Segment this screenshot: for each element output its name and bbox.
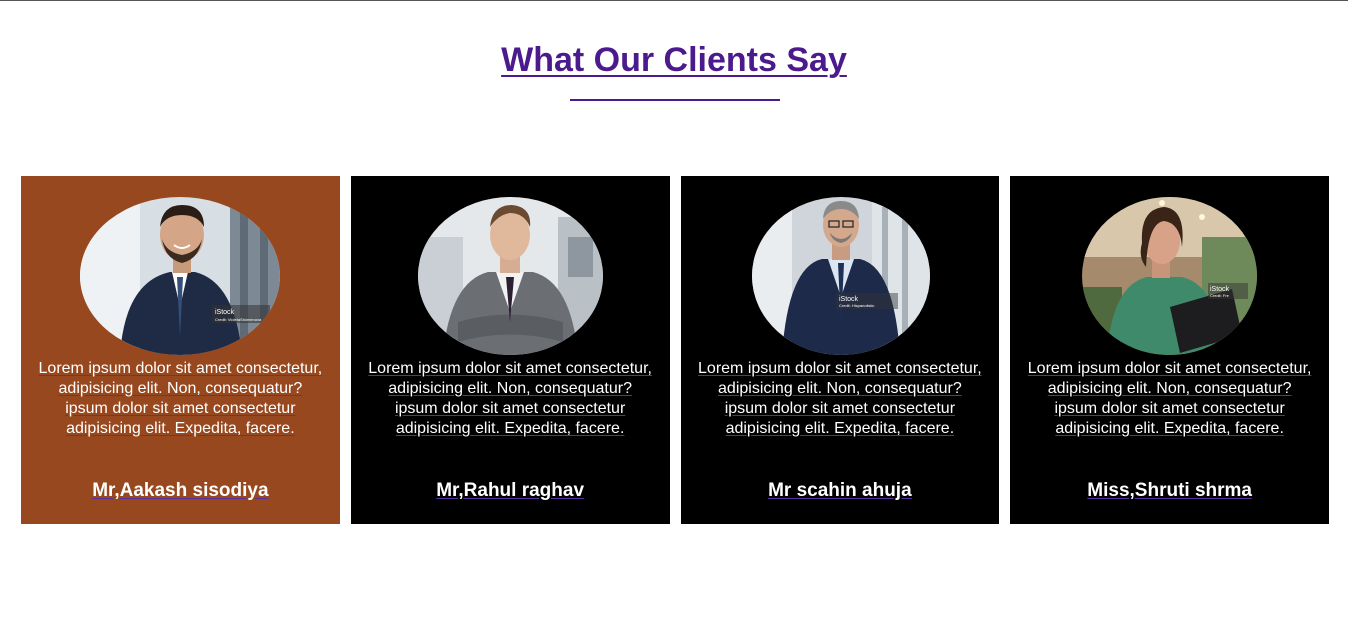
section-title[interactable]: What Our Clients Say <box>0 38 1348 82</box>
testimonial-card-shruti[interactable]: iStock Credit: Fre Lorem ipsum dolor sit… <box>1010 176 1329 524</box>
client-name: Mr,Rahul raghav <box>436 480 585 501</box>
svg-text:iStock: iStock <box>1210 286 1230 293</box>
client-photo: iStock Credit: Fre <box>1082 197 1258 355</box>
svg-text:iStock: iStock <box>215 309 235 316</box>
title-divider <box>570 99 780 101</box>
client-name: Mr,Aakash sisodiya <box>92 480 269 501</box>
svg-text:iStock: iStock <box>839 296 859 303</box>
client-name: Miss,Shruti shrma <box>1087 480 1252 501</box>
svg-text:Credit: VioletaStoimenova: Credit: VioletaStoimenova <box>215 317 262 322</box>
testimonial-card-scahin[interactable]: iStock Credit: Hispanolistic Lorem ipsum… <box>680 176 1000 524</box>
client-photo: iStock Credit: Hispanolistic <box>751 197 930 355</box>
svg-text:Credit: Fre: Credit: Fre <box>1210 293 1230 298</box>
client-name: Mr scahin ahuja <box>768 480 912 501</box>
testimonial-quote: Lorem ipsum dolor sit amet consectetur, … <box>1027 360 1312 437</box>
svg-text:Credit: Hispanolistic: Credit: Hispanolistic <box>839 303 874 308</box>
testimonial-quote: Lorem ipsum dolor sit amet consectetur, … <box>368 360 652 437</box>
testimonial-card-aakash[interactable]: iStock Credit: VioletaStoimenova Lorem i… <box>21 176 340 524</box>
client-photo: iStock Credit: VioletaStoimenova <box>80 197 280 355</box>
testimonial-quote: Lorem ipsum dolor sit amet consectetur, … <box>38 360 323 437</box>
testimonial-card-rahul[interactable]: Lorem ipsum dolor sit amet consectetur, … <box>350 176 670 524</box>
top-border <box>0 0 1348 1</box>
testimonial-quote: Lorem ipsum dolor sit amet consectetur, … <box>698 360 982 437</box>
client-photo <box>417 197 603 355</box>
testimonial-cards: iStock Credit: VioletaStoimenova Lorem i… <box>21 176 1329 524</box>
